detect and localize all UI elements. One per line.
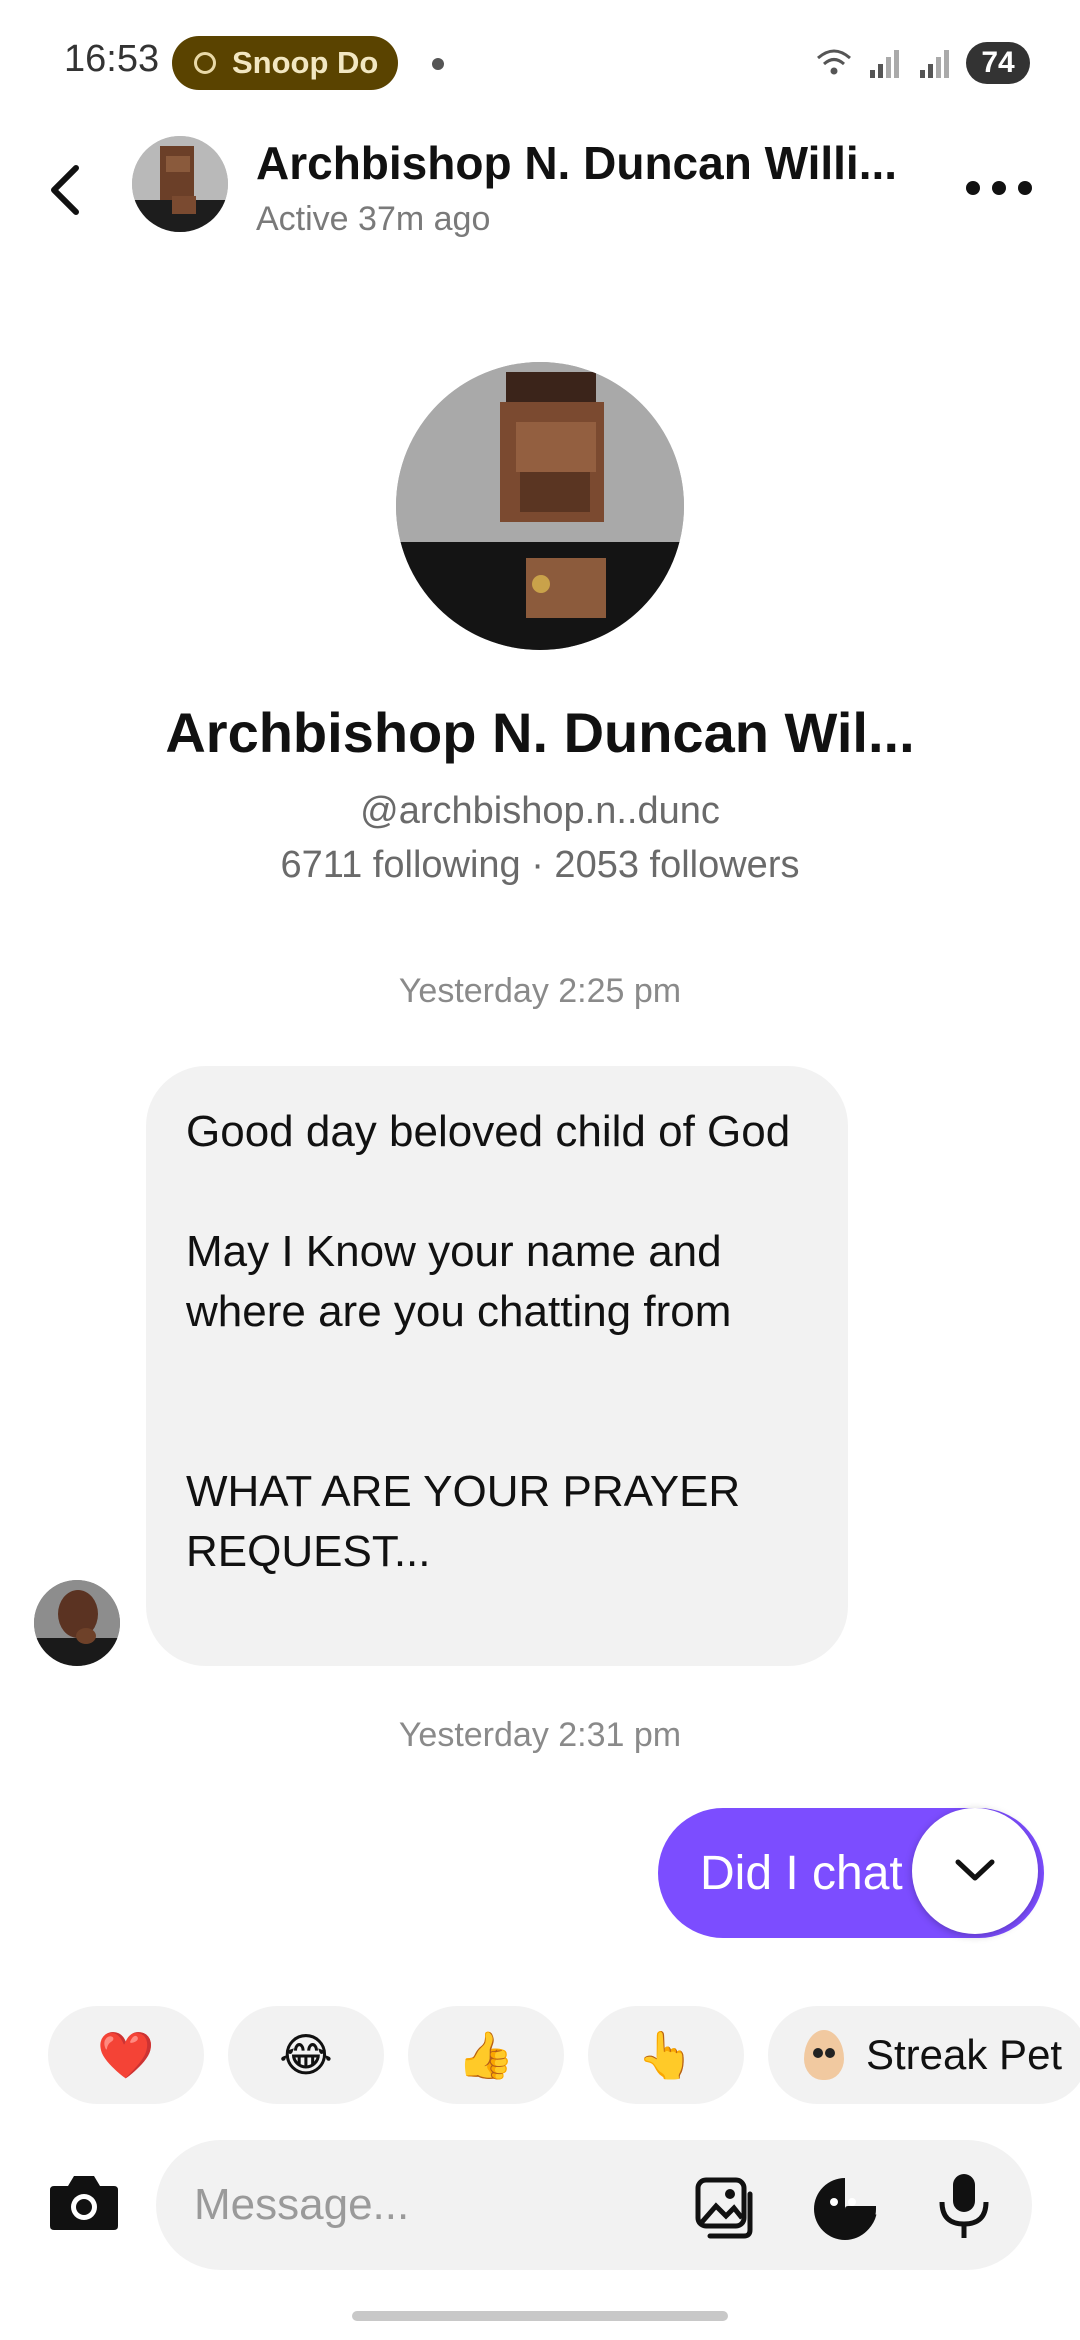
incoming-message-text: Good day beloved child of God May I Know… (186, 1107, 791, 1576)
profile-name: Archbishop N. Duncan Wil... (165, 701, 915, 764)
reaction-pointing-up[interactable]: 👆 (588, 2006, 744, 2104)
profile-handle: @archbishop.n..dunc (360, 790, 720, 832)
message-composer (156, 2140, 1032, 2270)
wifi-icon (817, 49, 851, 75)
now-playing-label: Snoop Do (232, 45, 379, 80)
streak-pet-chip[interactable]: Streak Pet (768, 2006, 1080, 2104)
reaction-tears-of-joy[interactable]: 😂 (228, 2006, 384, 2104)
profile-avatar[interactable] (396, 362, 684, 650)
more-options-icon[interactable] (966, 176, 1032, 200)
status-time: 16:53 (64, 38, 160, 80)
music-note-icon (194, 52, 216, 74)
camera-icon[interactable] (48, 2170, 120, 2234)
incoming-message-bubble[interactable]: Good day beloved child of God May I Know… (146, 1066, 848, 1666)
profile-follow-stats: 6711 following · 2053 followers (280, 844, 800, 886)
reaction-thumbs-up[interactable]: 👍 (408, 2006, 564, 2104)
message-timestamp: Yesterday 2:25 pm (398, 972, 682, 1010)
message-timestamp-2: Yesterday 2:31 pm (398, 1716, 682, 1754)
now-playing-pill[interactable]: Snoop Do (172, 36, 398, 90)
cellular-signal-2-icon (920, 50, 949, 78)
system-icons: 74 (816, 42, 1030, 84)
reaction-heart[interactable]: ❤️ (48, 2006, 204, 2104)
quick-reactions-bar: ❤️ 😂 👍 👆 Streak Pet (48, 2006, 1080, 2104)
status-bar: 16:53 Snoop Do 74 (0, 0, 1080, 120)
message-input[interactable] (194, 2140, 714, 2270)
back-chevron-icon[interactable] (42, 160, 92, 220)
microphone-icon[interactable] (936, 2170, 992, 2242)
sender-avatar[interactable] (34, 1580, 120, 1666)
header-contact-name[interactable]: Archbishop N. Duncan Willi... (256, 136, 916, 190)
egg-pet-icon (804, 2030, 844, 2080)
home-indicator[interactable] (352, 2311, 728, 2321)
chat-header: Archbishop N. Duncan Willi... Active 37m… (0, 120, 1080, 250)
gallery-icon[interactable] (694, 2176, 760, 2242)
battery-indicator: 74 (966, 42, 1030, 84)
header-activity-status: Active 37m ago (256, 200, 491, 238)
scroll-to-bottom-button[interactable] (912, 1808, 1038, 1934)
header-avatar[interactable] (132, 136, 228, 232)
streak-pet-label: Streak Pet (866, 2031, 1063, 2078)
cellular-signal-icon (870, 50, 899, 78)
outgoing-message-text: Did I chat (700, 1846, 903, 1900)
chevron-down-icon (955, 1859, 995, 1881)
notification-dot-icon (432, 58, 444, 70)
sticker-icon[interactable] (812, 2176, 878, 2242)
